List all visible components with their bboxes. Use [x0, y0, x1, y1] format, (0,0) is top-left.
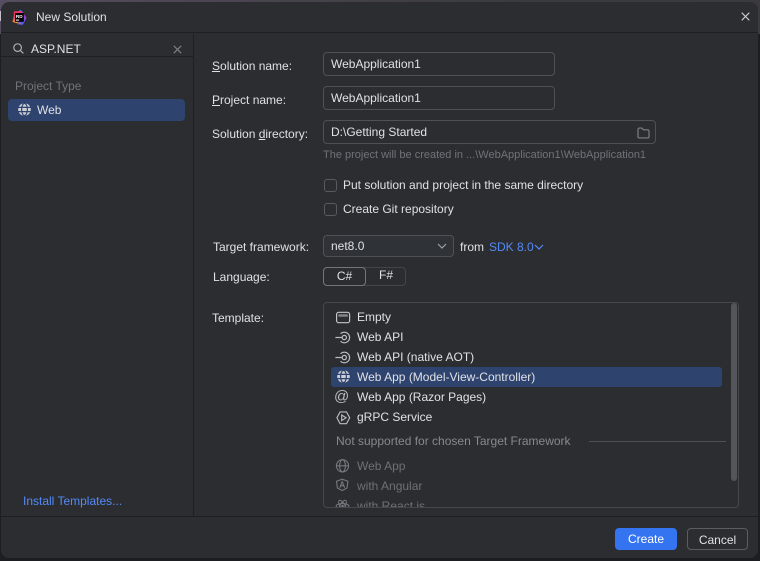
svg-text:RD: RD	[16, 14, 23, 19]
